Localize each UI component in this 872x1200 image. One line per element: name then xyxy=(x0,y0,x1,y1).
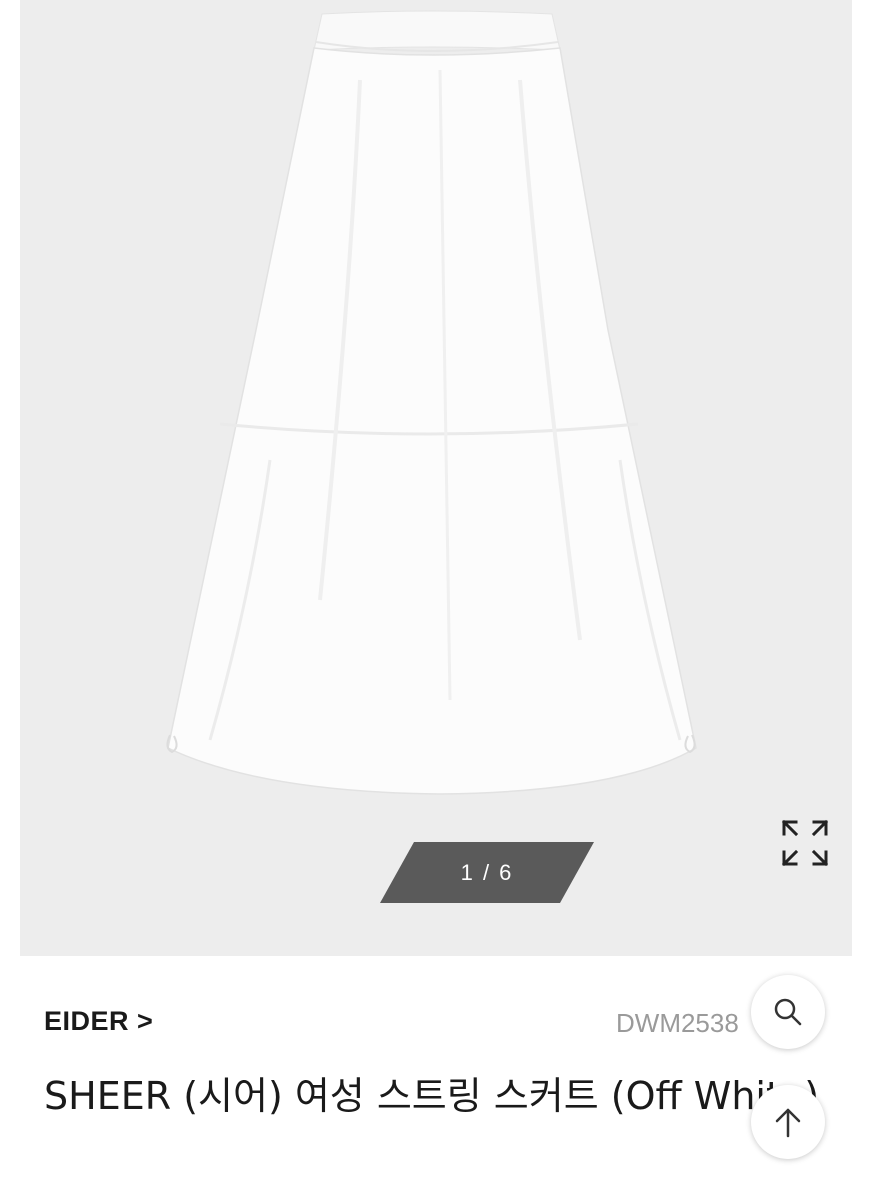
product-photo-skirt xyxy=(166,10,697,795)
image-counter: 1 / 6 xyxy=(380,842,594,903)
product-title: SHEER (시어) 여성 스트링 스커트 (Off White) xyxy=(44,1074,820,1118)
product-image-gallery[interactable]: 1 / 6 xyxy=(20,0,852,956)
image-counter-text: 1 / 6 xyxy=(460,860,514,885)
expand-image-button[interactable] xyxy=(780,816,830,872)
arrow-up-icon xyxy=(775,1108,801,1138)
search-icon xyxy=(774,998,802,1026)
product-code: DWM2538 xyxy=(616,1008,739,1038)
scroll-to-top-button[interactable] xyxy=(751,1085,825,1159)
brand-link[interactable]: EIDER > xyxy=(44,1006,153,1037)
search-button[interactable] xyxy=(751,975,825,1049)
product-detail-page: 1 / 6 EIDER > DWM2538 SHEER (시어) 여성 스트링 … xyxy=(0,0,872,1200)
expand-arrows-icon xyxy=(781,819,829,867)
